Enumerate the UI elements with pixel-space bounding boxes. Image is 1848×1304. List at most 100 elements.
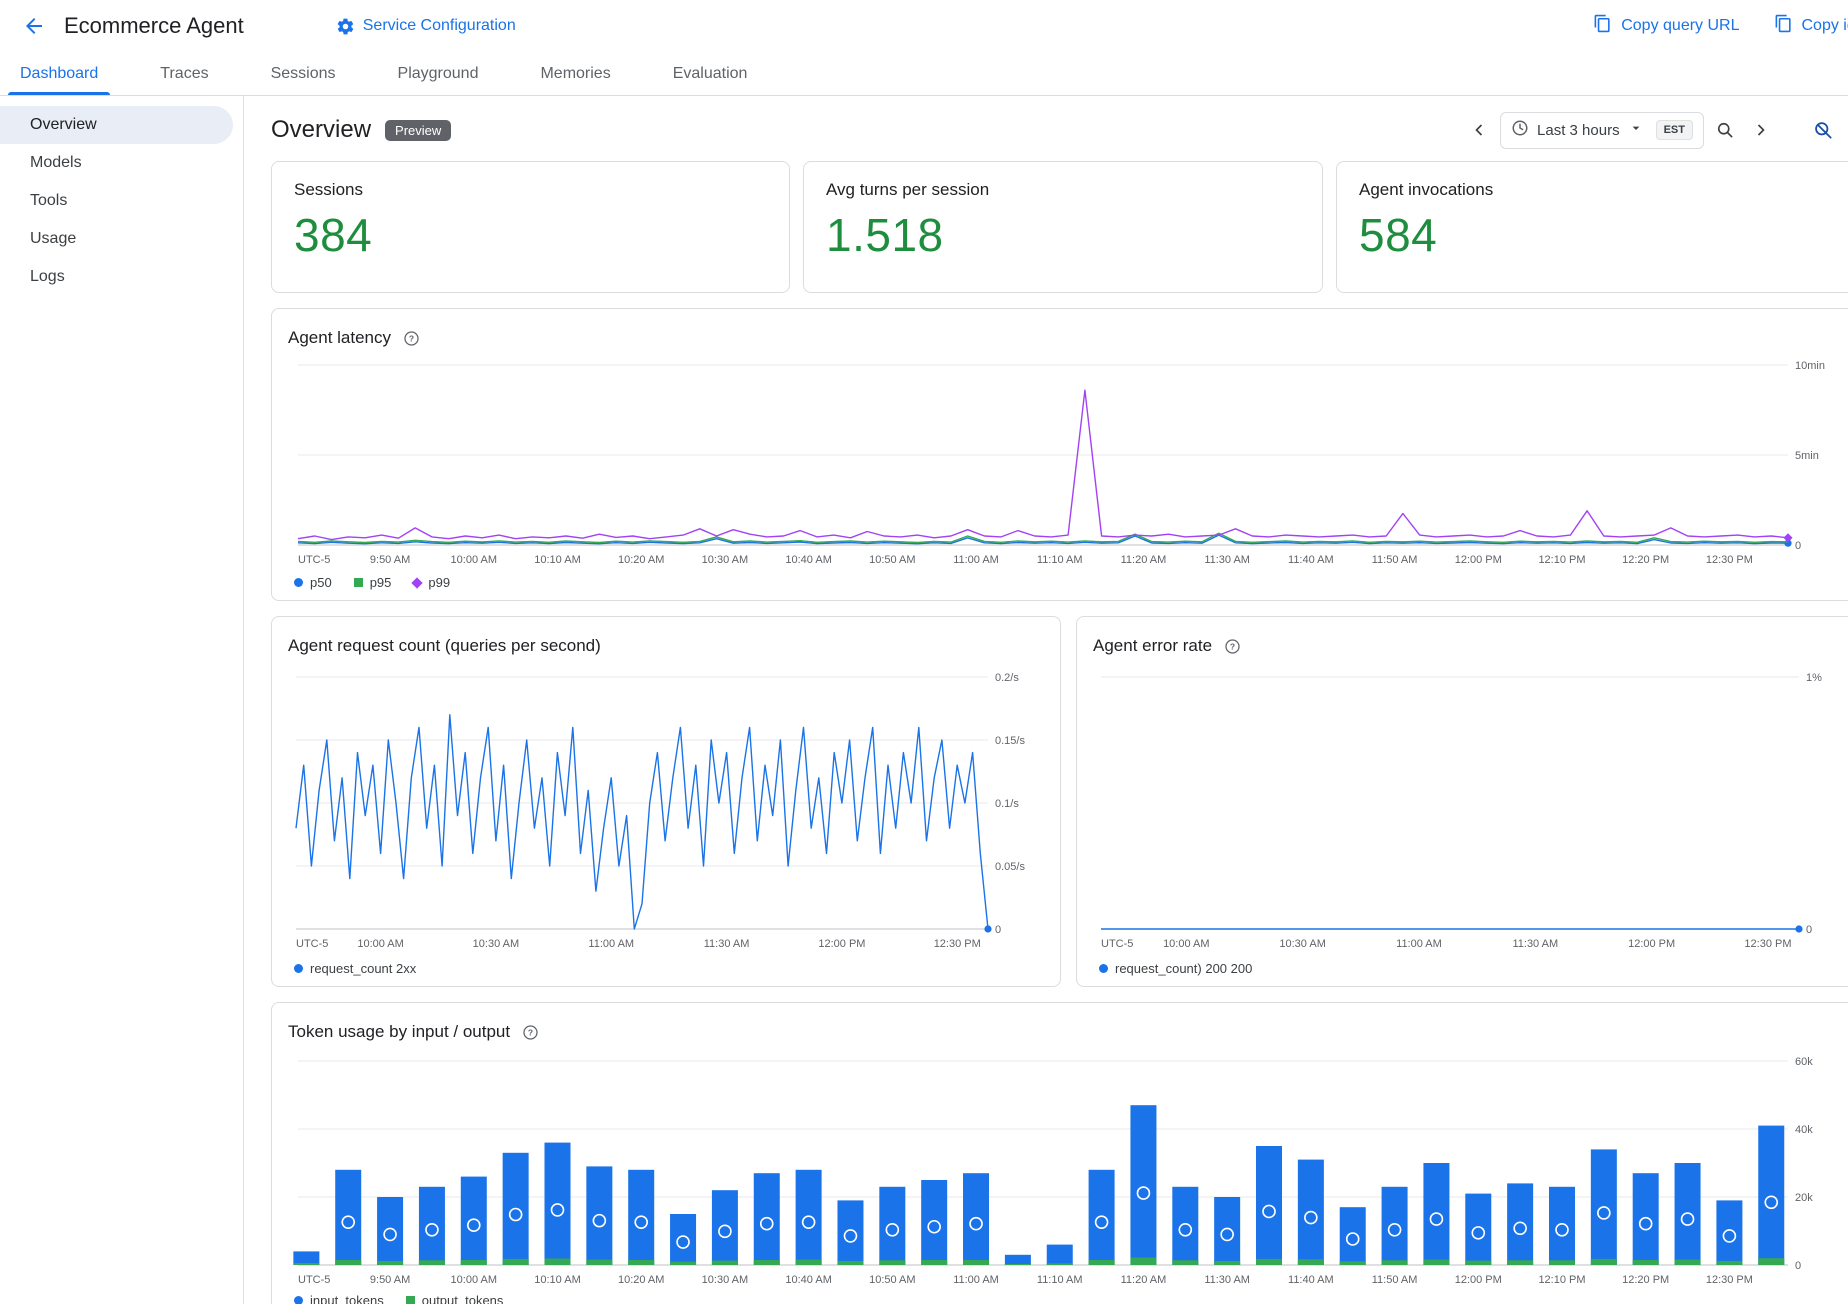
back-arrow-icon [22, 14, 46, 38]
preview-badge: Preview [385, 120, 451, 141]
svg-text:?: ? [528, 1027, 533, 1037]
stat-card-invocations: Agent invocations 584 [1336, 161, 1848, 293]
svg-text:11:50 AM: 11:50 AM [1372, 554, 1418, 566]
time-range-label: Last 3 hours [1537, 122, 1620, 139]
service-configuration-link[interactable]: Service Configuration [336, 17, 516, 36]
time-forward-button[interactable] [1746, 115, 1776, 145]
sidebar-item-models[interactable]: Models [0, 144, 233, 182]
stat-label: Agent invocations [1359, 180, 1848, 200]
chart-title: Agent latency [288, 328, 391, 348]
sidebar-item-tools[interactable]: Tools [0, 182, 233, 220]
svg-text:40k: 40k [1795, 1124, 1813, 1136]
svg-text:11:00 AM: 11:00 AM [588, 938, 634, 950]
svg-text:12:00 PM: 12:00 PM [1628, 938, 1675, 950]
tab-memories[interactable]: Memories [520, 52, 630, 95]
copy-query-url-button[interactable]: Copy query URL [1593, 14, 1739, 38]
svg-text:10:30 AM: 10:30 AM [702, 554, 748, 566]
stat-value: 584 [1359, 208, 1848, 262]
token-usage-card: Token usage by input / output ? 60k 40k 20… [271, 1002, 1848, 1304]
help-icon[interactable]: ? [522, 1024, 539, 1041]
svg-text:?: ? [1230, 641, 1235, 651]
svg-text:11:10 AM: 11:10 AM [1037, 554, 1083, 566]
chevron-right-icon [1751, 120, 1771, 140]
clock-icon [1511, 119, 1529, 142]
svg-text:0: 0 [1806, 924, 1812, 936]
request-count-legend: request_count 2xx [288, 961, 1044, 976]
legend-item[interactable]: p95 [354, 575, 392, 590]
svg-text:10:30 AM: 10:30 AM [1279, 938, 1325, 950]
svg-text:UTC-5: UTC-5 [296, 938, 328, 950]
stat-label: Avg turns per session [826, 180, 1300, 200]
legend-item[interactable]: input_tokens [294, 1293, 384, 1304]
agent-latency-card: Agent latency ? 10min5min0UTC-59:50 AM10… [271, 308, 1848, 601]
svg-text:0.05/s: 0.05/s [995, 861, 1025, 873]
svg-text:11:00 AM: 11:00 AM [953, 1274, 999, 1286]
latency-legend: p50 p95 p99 [288, 575, 1848, 590]
reset-zoom-button[interactable] [1808, 115, 1838, 145]
svg-text:10:20 AM: 10:20 AM [618, 1274, 664, 1286]
svg-text:10:00 AM: 10:00 AM [451, 1274, 497, 1286]
svg-text:11:20 AM: 11:20 AM [1121, 1274, 1167, 1286]
topbar: Ecommerce Agent Service Configuration Co… [0, 0, 1848, 52]
svg-text:?: ? [409, 333, 414, 343]
request-count-card: Agent request count (queries per second)… [271, 616, 1061, 987]
svg-text:12:30 PM: 12:30 PM [1744, 938, 1791, 950]
svg-text:12:30 PM: 12:30 PM [934, 938, 981, 950]
svg-text:12:20 PM: 12:20 PM [1622, 1274, 1669, 1286]
sidebar-item-usage[interactable]: Usage [0, 220, 233, 258]
svg-text:0.2/s: 0.2/s [995, 672, 1019, 684]
svg-text:20k: 20k [1795, 1192, 1813, 1204]
tab-dashboard[interactable]: Dashboard [0, 52, 118, 95]
tab-sessions[interactable]: Sessions [251, 52, 356, 95]
main-content: Overview Preview Last 3 hours EST [244, 96, 1848, 1304]
timezone-badge: EST [1656, 120, 1693, 140]
zoom-in-button[interactable] [1710, 115, 1740, 145]
copy-icon [1774, 14, 1793, 38]
svg-text:10:00 AM: 10:00 AM [357, 938, 403, 950]
sidebar: Overview Models Tools Usage Logs [0, 96, 244, 1304]
copy-identity-button[interactable]: Copy identity [1774, 14, 1848, 38]
sidebar-item-overview[interactable]: Overview [0, 106, 233, 144]
svg-text:10:10 AM: 10:10 AM [534, 554, 580, 566]
legend-item[interactable]: request_count 2xx [294, 961, 416, 976]
help-icon[interactable]: ? [1224, 638, 1241, 655]
svg-text:11:30 AM: 11:30 AM [1204, 1274, 1250, 1286]
sidebar-item-logs[interactable]: Logs [0, 258, 233, 296]
tab-evaluation[interactable]: Evaluation [653, 52, 768, 95]
legend-item[interactable]: p50 [294, 575, 332, 590]
svg-text:10:30 AM: 10:30 AM [473, 938, 519, 950]
svg-text:10min: 10min [1795, 360, 1825, 372]
back-button[interactable] [14, 6, 54, 46]
svg-text:60k: 60k [1795, 1056, 1813, 1068]
legend-item[interactable]: output_tokens [406, 1293, 504, 1304]
zoom-off-icon [1813, 120, 1834, 141]
time-controls: Last 3 hours EST [1464, 112, 1838, 149]
svg-text:11:10 AM: 11:10 AM [1037, 1274, 1083, 1286]
help-icon[interactable]: ? [403, 330, 420, 347]
request-count-chart[interactable]: 0.2/s0.15/s0.1/s0.05/s0UTC-510:00 AM10:3… [288, 661, 1044, 955]
svg-text:12:20 PM: 12:20 PM [1622, 554, 1669, 566]
time-range-selector[interactable]: Last 3 hours EST [1500, 112, 1704, 149]
topbar-actions: Copy query URL Copy identity [1593, 14, 1848, 38]
chart-title: Agent error rate [1093, 636, 1212, 656]
overview-title: Overview [271, 116, 371, 144]
tab-playground[interactable]: Playground [378, 52, 499, 95]
latency-chart[interactable]: 10min5min0UTC-59:50 AM10:00 AM10:10 AM10… [288, 353, 1848, 569]
legend-item[interactable]: p99 [413, 575, 450, 590]
chart-title: Agent request count (queries per second) [288, 636, 601, 656]
svg-text:11:30 AM: 11:30 AM [1512, 938, 1558, 950]
svg-text:0: 0 [1795, 540, 1801, 552]
svg-text:10:30 AM: 10:30 AM [702, 1274, 748, 1286]
stat-value: 1.518 [826, 208, 1300, 262]
legend-item[interactable]: request_count) 200 200 [1099, 961, 1252, 976]
token-usage-chart[interactable]: 60k40k20k0UTC-59:50 AM10:00 AM10:10 AM10… [288, 1047, 1848, 1287]
service-configuration-label: Service Configuration [363, 17, 516, 35]
svg-text:UTC-5: UTC-5 [298, 554, 330, 566]
error-rate-chart[interactable]: 1%0UTC-510:00 AM10:30 AM11:00 AM11:30 AM… [1093, 661, 1848, 955]
time-back-button[interactable] [1464, 115, 1494, 145]
svg-text:UTC-5: UTC-5 [1101, 938, 1133, 950]
svg-text:12:10 PM: 12:10 PM [1538, 1274, 1585, 1286]
chart-title: Token usage by input / output [288, 1022, 510, 1042]
svg-text:10:10 AM: 10:10 AM [534, 1274, 580, 1286]
tab-traces[interactable]: Traces [140, 52, 228, 95]
